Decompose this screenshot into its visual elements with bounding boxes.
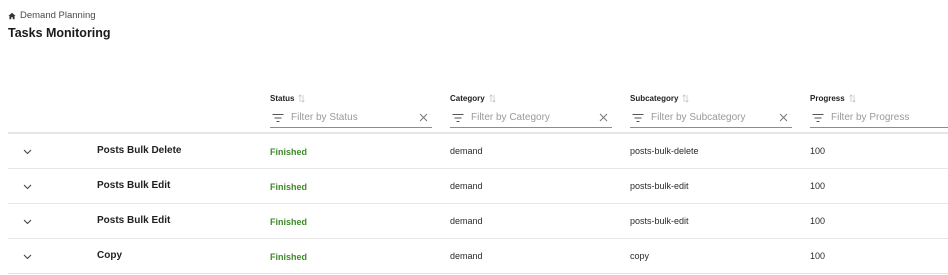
progress-filter-input[interactable]: [831, 112, 948, 123]
table-row[interactable]: Posts Bulk Delete Finished demand posts-…: [8, 134, 948, 169]
chevron-down-icon[interactable]: [22, 181, 33, 192]
status-value: Finished: [270, 182, 308, 192]
column-header-label: Progress: [810, 94, 845, 103]
column-header-label: Subcategory: [630, 94, 679, 103]
category-filter[interactable]: [450, 108, 612, 128]
sort-icon[interactable]: [849, 94, 856, 103]
subcategory-filter[interactable]: [630, 108, 792, 128]
column-header-category[interactable]: Category: [450, 94, 496, 103]
chevron-down-icon[interactable]: [22, 251, 33, 262]
task-name: Posts Bulk Delete: [97, 145, 182, 156]
breadcrumb-label[interactable]: Demand Planning: [20, 10, 96, 21]
home-icon: [8, 12, 16, 19]
chevron-down-icon[interactable]: [22, 146, 33, 157]
status-filter[interactable]: [270, 108, 432, 128]
category-value: demand: [450, 181, 483, 191]
subcategory-value: posts-bulk-edit: [630, 216, 689, 226]
progress-value: 100: [810, 146, 826, 156]
filter-icon: [272, 113, 284, 122]
task-name: Posts Bulk Edit: [97, 215, 171, 226]
category-filter-input[interactable]: [471, 112, 599, 123]
category-value: demand: [450, 146, 483, 156]
column-header-status[interactable]: Status: [270, 94, 306, 103]
status-filter-input[interactable]: [291, 112, 419, 123]
category-value: demand: [450, 251, 483, 261]
table-row[interactable]: Posts Bulk Edit Finished demand posts-bu…: [8, 169, 948, 204]
close-icon[interactable]: [599, 113, 608, 122]
progress-filter[interactable]: [810, 108, 948, 128]
task-name: Posts Bulk Edit: [97, 180, 171, 191]
close-icon[interactable]: [419, 113, 428, 122]
sort-icon[interactable]: [489, 94, 496, 103]
progress-value: 100: [810, 181, 826, 191]
sort-icon[interactable]: [682, 94, 690, 103]
sort-icon[interactable]: [298, 94, 306, 103]
column-header-progress[interactable]: Progress: [810, 94, 856, 103]
filter-icon: [632, 113, 644, 122]
task-name: Copy: [97, 250, 122, 261]
filter-icon: [812, 113, 824, 122]
table-row[interactable]: Copy Finished demand copy 100: [8, 239, 948, 274]
column-header-subcategory[interactable]: Subcategory: [630, 94, 690, 103]
breadcrumb[interactable]: Demand Planning: [8, 10, 96, 21]
chevron-down-icon[interactable]: [22, 216, 33, 227]
subcategory-filter-input[interactable]: [651, 112, 779, 123]
progress-value: 100: [810, 216, 826, 226]
progress-value: 100: [810, 251, 826, 261]
page-title: Tasks Monitoring: [8, 26, 111, 40]
filter-icon: [452, 113, 464, 122]
subcategory-value: copy: [630, 251, 650, 261]
column-header-label: Category: [450, 94, 485, 103]
column-header-label: Status: [270, 94, 295, 103]
close-icon[interactable]: [779, 113, 788, 122]
subcategory-value: posts-bulk-edit: [630, 181, 689, 191]
status-value: Finished: [270, 147, 308, 157]
status-value: Finished: [270, 252, 308, 262]
table-row[interactable]: Posts Bulk Edit Finished demand posts-bu…: [8, 204, 948, 239]
subcategory-value: posts-bulk-delete: [630, 146, 699, 156]
category-value: demand: [450, 216, 483, 226]
status-value: Finished: [270, 217, 308, 227]
